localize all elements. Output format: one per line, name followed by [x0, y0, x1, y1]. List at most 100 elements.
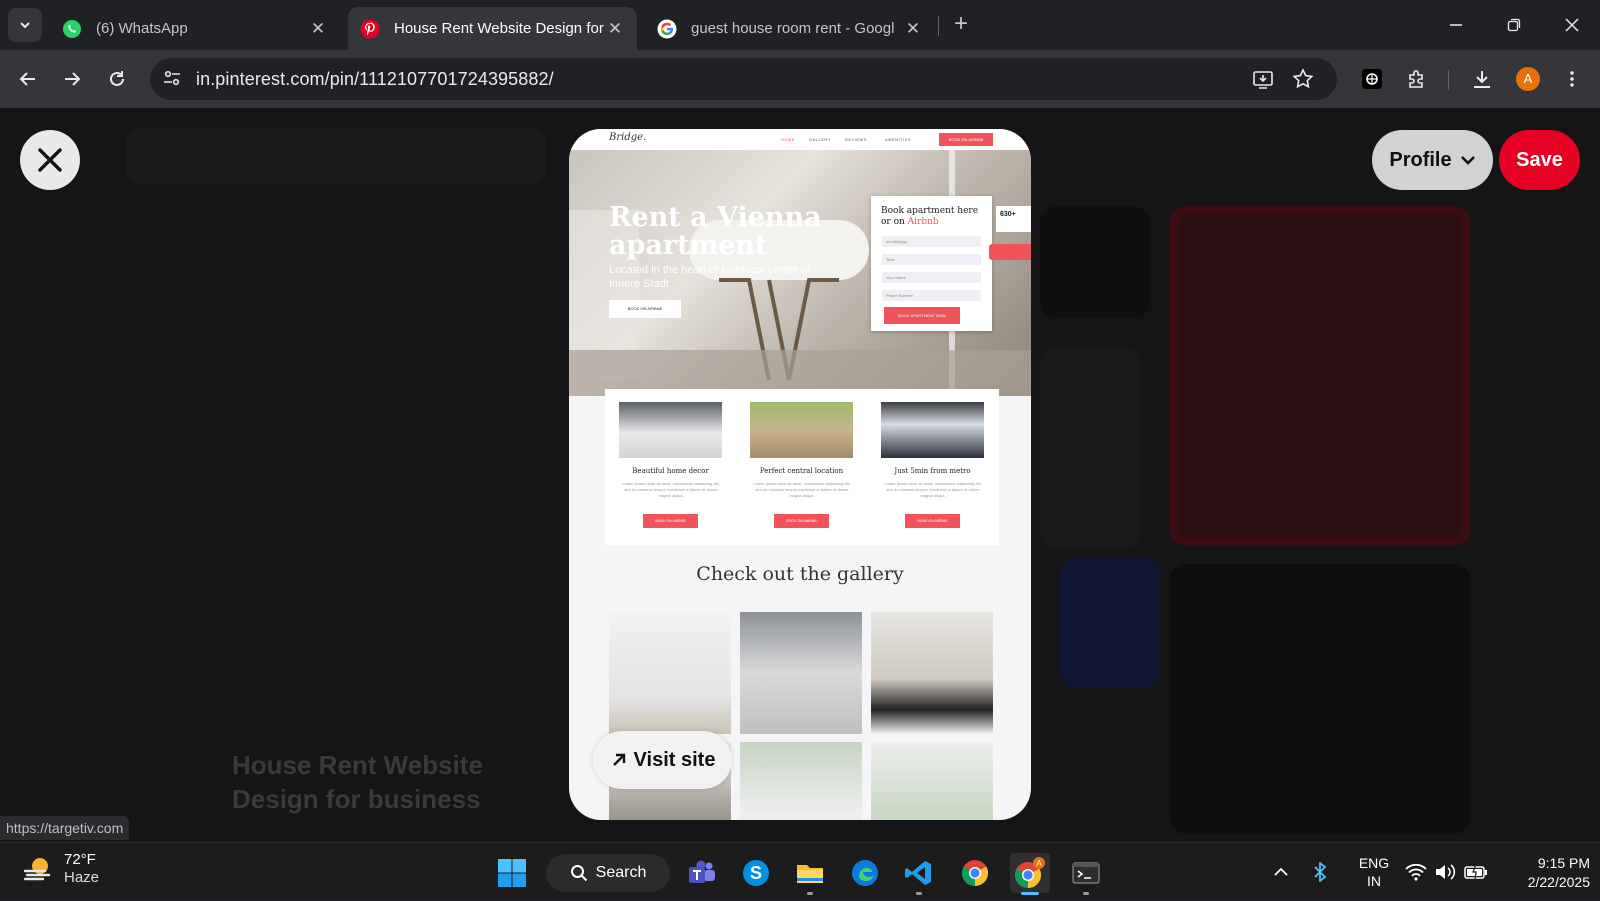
terminal-app[interactable]	[1066, 853, 1106, 895]
weather-widget[interactable]: 72°F Haze	[22, 851, 99, 887]
mockup-metro-image	[881, 402, 984, 458]
svg-text:S: S	[750, 863, 762, 883]
taskbar-clock[interactable]: 9:15 PM 2/22/2025	[1500, 854, 1590, 892]
input-language-indicator[interactable]: ENG IN	[1352, 854, 1396, 890]
visit-site-label: Visit site	[633, 748, 716, 771]
menu-button[interactable]	[1556, 63, 1588, 95]
mockup-hero-subtitle: Located in the heart of historical cente…	[609, 264, 811, 290]
volume-tray-icon[interactable]	[1432, 843, 1458, 901]
visit-site-button[interactable]: Visit site	[593, 731, 732, 789]
mockup-nav-item: GALLERY	[809, 137, 831, 142]
gallery-desk-image	[740, 612, 862, 734]
wifi-tray-icon[interactable]	[1403, 843, 1429, 901]
tab-pinterest[interactable]: House Rent Website Design for ✕	[348, 7, 637, 50]
close-tab-icon[interactable]: ✕	[308, 19, 328, 39]
chevron-up-icon	[1274, 867, 1288, 876]
windows-logo-icon	[498, 859, 526, 887]
gallery-kids-room-image	[871, 612, 993, 734]
battery-tray-icon[interactable]	[1462, 843, 1490, 901]
downloads-button[interactable]	[1466, 63, 1498, 95]
extension-logo-icon	[1362, 69, 1382, 89]
search-label: Search	[595, 864, 647, 881]
close-closeup-button[interactable]	[20, 130, 80, 190]
mockup-feature-card: Just 5min from metro Lorem ipsum dolor s…	[867, 389, 998, 545]
close-window-button[interactable]	[1544, 0, 1600, 50]
clock-time: 9:15 PM	[1537, 855, 1590, 871]
mockup-form-field: Your Name	[882, 272, 981, 283]
close-tab-icon[interactable]: ✕	[605, 19, 625, 39]
extension-button[interactable]	[1356, 63, 1388, 95]
mockup-reviews-badge: 630+	[996, 206, 1031, 232]
running-indicator	[1083, 892, 1089, 895]
gallery-bike-image	[609, 612, 731, 734]
profile-avatar[interactable]: A	[1516, 67, 1540, 91]
chevron-down-icon	[20, 22, 30, 29]
windows-taskbar: 72°F Haze Search S A ENG IN 9:15 PM 2/22…	[0, 842, 1600, 900]
skype-icon: S	[743, 860, 769, 886]
tab-google[interactable]: guest house room rent - Googl ✕	[645, 7, 935, 50]
vscode-app[interactable]	[899, 853, 939, 895]
mockup-nav-item: HOME	[781, 137, 795, 142]
skype-app[interactable]: S	[736, 853, 776, 893]
address-bar[interactable]: in.pinterest.com/pin/1112107701724395882…	[150, 58, 1337, 100]
terminal-icon	[1072, 862, 1100, 884]
restore-icon	[1507, 18, 1521, 32]
show-hidden-icons-button[interactable]	[1266, 843, 1296, 901]
back-button[interactable]	[12, 63, 44, 95]
chrome-profile-icon: A	[1014, 857, 1045, 889]
weather-condition: Haze	[64, 869, 100, 886]
tab-whatsapp[interactable]: (6) WhatsApp ✕	[50, 7, 340, 50]
teams-app[interactable]	[682, 853, 722, 893]
mockup-gallery-heading: Check out the gallery	[696, 563, 904, 585]
taskbar-search[interactable]: Search	[546, 854, 670, 892]
vscode-icon	[905, 861, 931, 885]
mockup-form-button: BOOK APARTMENT NOW	[884, 307, 960, 324]
mockup-form-field: Phone Number	[882, 290, 981, 301]
wifi-icon	[1405, 863, 1427, 881]
extensions-button[interactable]	[1401, 63, 1433, 95]
svg-text:A: A	[1036, 859, 1042, 868]
chrome-profile-app[interactable]: A	[1010, 853, 1050, 895]
background-pin-title: House Rent Website Design for business	[232, 750, 483, 814]
mockup-feature-card: Perfect central location Lorem ipsum dol…	[736, 389, 867, 545]
pinterest-icon	[360, 19, 380, 38]
close-icon	[38, 148, 62, 172]
bluetooth-tray-icon[interactable]	[1306, 843, 1334, 901]
edge-app[interactable]	[845, 853, 885, 893]
toolbar-divider	[1448, 70, 1449, 90]
restore-button[interactable]	[1486, 0, 1542, 50]
minimize-button[interactable]	[1428, 0, 1484, 50]
mockup-hero-button: BOOK ON AIRBNB	[609, 300, 681, 318]
url-text[interactable]: in.pinterest.com/pin/1112107701724395882…	[196, 69, 554, 90]
start-button[interactable]	[492, 853, 532, 893]
arrow-right-icon	[65, 72, 81, 86]
chrome-app[interactable]	[955, 853, 995, 893]
site-info-icon[interactable]	[162, 68, 182, 88]
mockup-form-field: Time	[882, 254, 981, 265]
forward-button[interactable]	[56, 63, 88, 95]
download-icon	[1474, 71, 1490, 88]
bookmark-star-icon[interactable]	[1291, 67, 1315, 91]
edge-icon	[852, 860, 878, 886]
teams-icon	[689, 860, 715, 883]
bluetooth-icon	[1314, 862, 1327, 882]
mockup-form-title: Book apartment here or on Airbnb	[881, 206, 979, 227]
file-explorer-app[interactable]	[790, 853, 830, 895]
save-button[interactable]: Save	[1499, 130, 1580, 190]
tab-search-button[interactable]	[8, 8, 42, 42]
pin-image[interactable]: Bridge. HOME GALLERY REVIEWS AMENITIES B…	[569, 129, 1031, 820]
install-app-icon[interactable]	[1251, 67, 1275, 91]
close-tab-icon[interactable]: ✕	[903, 19, 923, 39]
running-indicator	[807, 892, 813, 895]
mockup-hero-title: Rent a Vienna apartment	[609, 202, 822, 261]
mockup-navbar: Bridge. HOME GALLERY REVIEWS AMENITIES B…	[569, 129, 1031, 150]
minimize-icon	[1450, 24, 1462, 26]
new-tab-button[interactable]: +	[948, 12, 974, 38]
mockup-form-field: mm/dd/yyyy	[882, 236, 981, 247]
reload-button[interactable]	[101, 63, 133, 95]
profile-label: Profile	[1389, 148, 1452, 171]
tab-separator	[938, 16, 939, 36]
profile-board-dropdown[interactable]: Profile	[1372, 130, 1493, 190]
pinterest-page: House Rent Website Design for business P…	[0, 108, 1600, 842]
speaker-icon	[1436, 864, 1456, 880]
